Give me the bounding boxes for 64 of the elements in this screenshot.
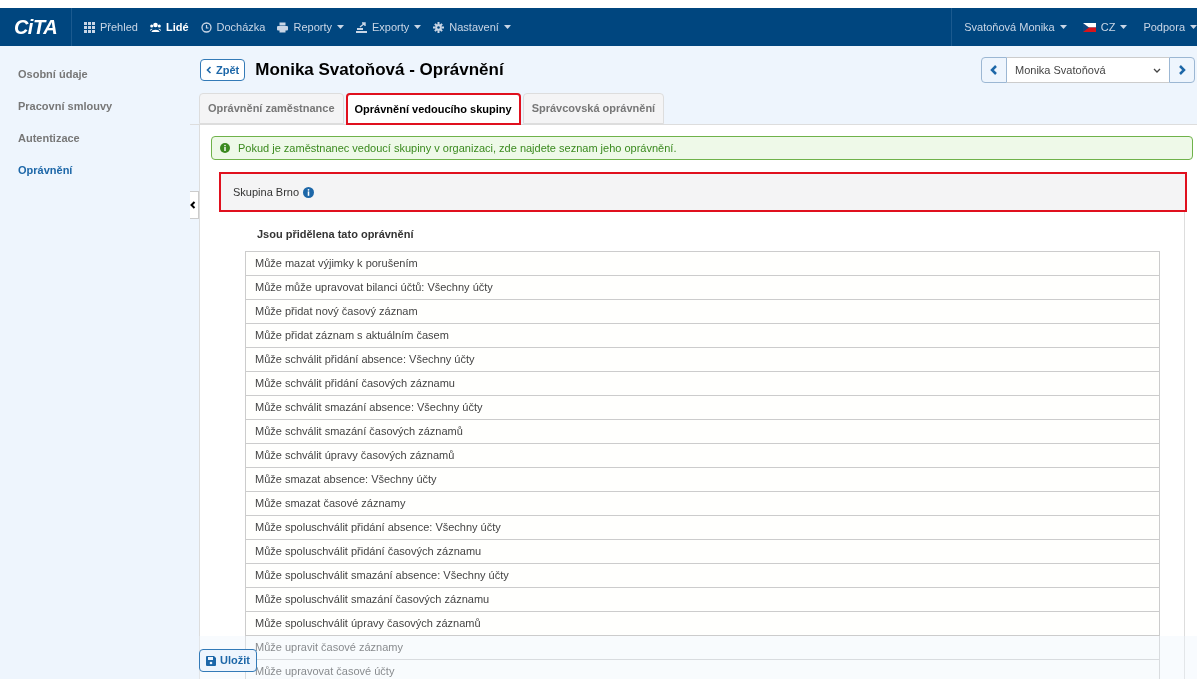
save-icon — [206, 655, 216, 666]
logo[interactable]: CiTA — [13, 12, 58, 42]
tab[interactable]: Oprávnění vedoucího skupiny — [345, 93, 521, 125]
caret-icon — [1059, 25, 1067, 29]
caret-icon — [1120, 25, 1128, 29]
nav-item[interactable]: Přehled — [84, 18, 138, 36]
info-icon — [220, 143, 230, 153]
tab[interactable]: Oprávnění zaměstnance — [199, 93, 344, 124]
group-name: Skupina Brno — [233, 184, 300, 200]
permission-row: Může schválit přidání absence: Všechny účty — [245, 347, 1160, 372]
chevron-left-icon — [990, 65, 998, 75]
permission-row: Může přidat záznam s aktuálním časem — [245, 323, 1160, 348]
permission-row: Může spoluschválit smazání časových záznamu — [245, 587, 1160, 612]
users-icon — [149, 21, 161, 33]
nav-item[interactable]: Lidé — [149, 18, 189, 36]
caret-icon — [503, 25, 511, 29]
sidebar-item[interactable]: Autentizace — [0, 122, 190, 154]
sidebar-item[interactable]: Oprávnění — [0, 154, 190, 186]
caret-icon — [1190, 25, 1197, 29]
export-icon — [356, 21, 367, 33]
clock-icon — [200, 21, 212, 33]
chevron-left-icon — [190, 201, 196, 209]
permission-row: Může schválit smazání časových záznamů — [245, 419, 1160, 444]
alert-text: Pokud je zaměstnanec vedoucí skupiny v organizaci, zde najdete seznam jeho oprávnění. — [238, 140, 677, 156]
permission-row: Může spoluschválit úpravy časových záznamů — [245, 611, 1160, 636]
chevron-down-icon — [1153, 67, 1161, 73]
caret-icon — [414, 25, 422, 29]
nav-item[interactable]: Exporty — [356, 18, 422, 36]
permission-row: Může spoluschválit přidání absence: Všechny účty — [245, 515, 1160, 540]
chevron-right-icon — [1178, 65, 1186, 75]
permission-row: Může smazat absence: Všechny účty — [245, 467, 1160, 492]
collapse-sidebar-button[interactable] — [190, 191, 199, 219]
sidebar-item[interactable]: Pracovní smlouvy — [0, 90, 190, 122]
user-menu[interactable]: Svatoňová Monika — [964, 18, 1067, 36]
caret-icon — [337, 25, 344, 29]
flag-icon — [1082, 22, 1096, 32]
previous-button[interactable] — [981, 57, 1007, 83]
back-button[interactable]: Zpět — [200, 59, 246, 81]
language-menu[interactable]: CZ — [1082, 18, 1128, 36]
employee-select[interactable]: Monika Svatoňová — [1007, 57, 1169, 83]
page-title: Monika Svatoňová - Oprávnění — [255, 59, 504, 82]
info-icon — [303, 186, 315, 198]
chevron-left-icon — [206, 66, 212, 74]
permission-row: Může schválit úpravy časových záznamů — [245, 443, 1160, 468]
sidebar-item[interactable]: Osobní údaje — [0, 58, 190, 90]
support-menu[interactable]: Podpora — [1143, 18, 1197, 36]
permission-row: Může schválit přidání časových záznamu — [245, 371, 1160, 396]
printer-icon — [277, 21, 289, 33]
permissions-heading: Jsou přidělena tato oprávnění — [256, 227, 415, 242]
permission-row: Může schválit smazání absence: Všechny účty — [245, 395, 1160, 420]
permission-row: Může může upravovat bilanci účtů: Všechny účty — [245, 275, 1160, 300]
permission-row: Může mazat výjimky k porušením — [245, 251, 1160, 276]
nav-item[interactable]: Reporty — [277, 18, 344, 36]
nav-item[interactable]: Nastavení — [433, 18, 511, 36]
nav-item[interactable]: Docházka — [200, 18, 266, 36]
permission-row: Může spoluschválit smazání absence: Všechny účty — [245, 563, 1160, 588]
permission-row: Může smazat časové záznamy — [245, 491, 1160, 516]
permission-row: Může spoluschválit přidání časových záznamu — [245, 539, 1160, 564]
save-button[interactable]: Uložit — [199, 649, 257, 672]
grid-icon — [84, 21, 95, 33]
permission-row: Může přidat nový časový záznam — [245, 299, 1160, 324]
tab[interactable]: Správcovská oprávnění — [522, 93, 665, 124]
gear-icon — [433, 21, 445, 33]
next-button[interactable] — [1169, 57, 1195, 83]
